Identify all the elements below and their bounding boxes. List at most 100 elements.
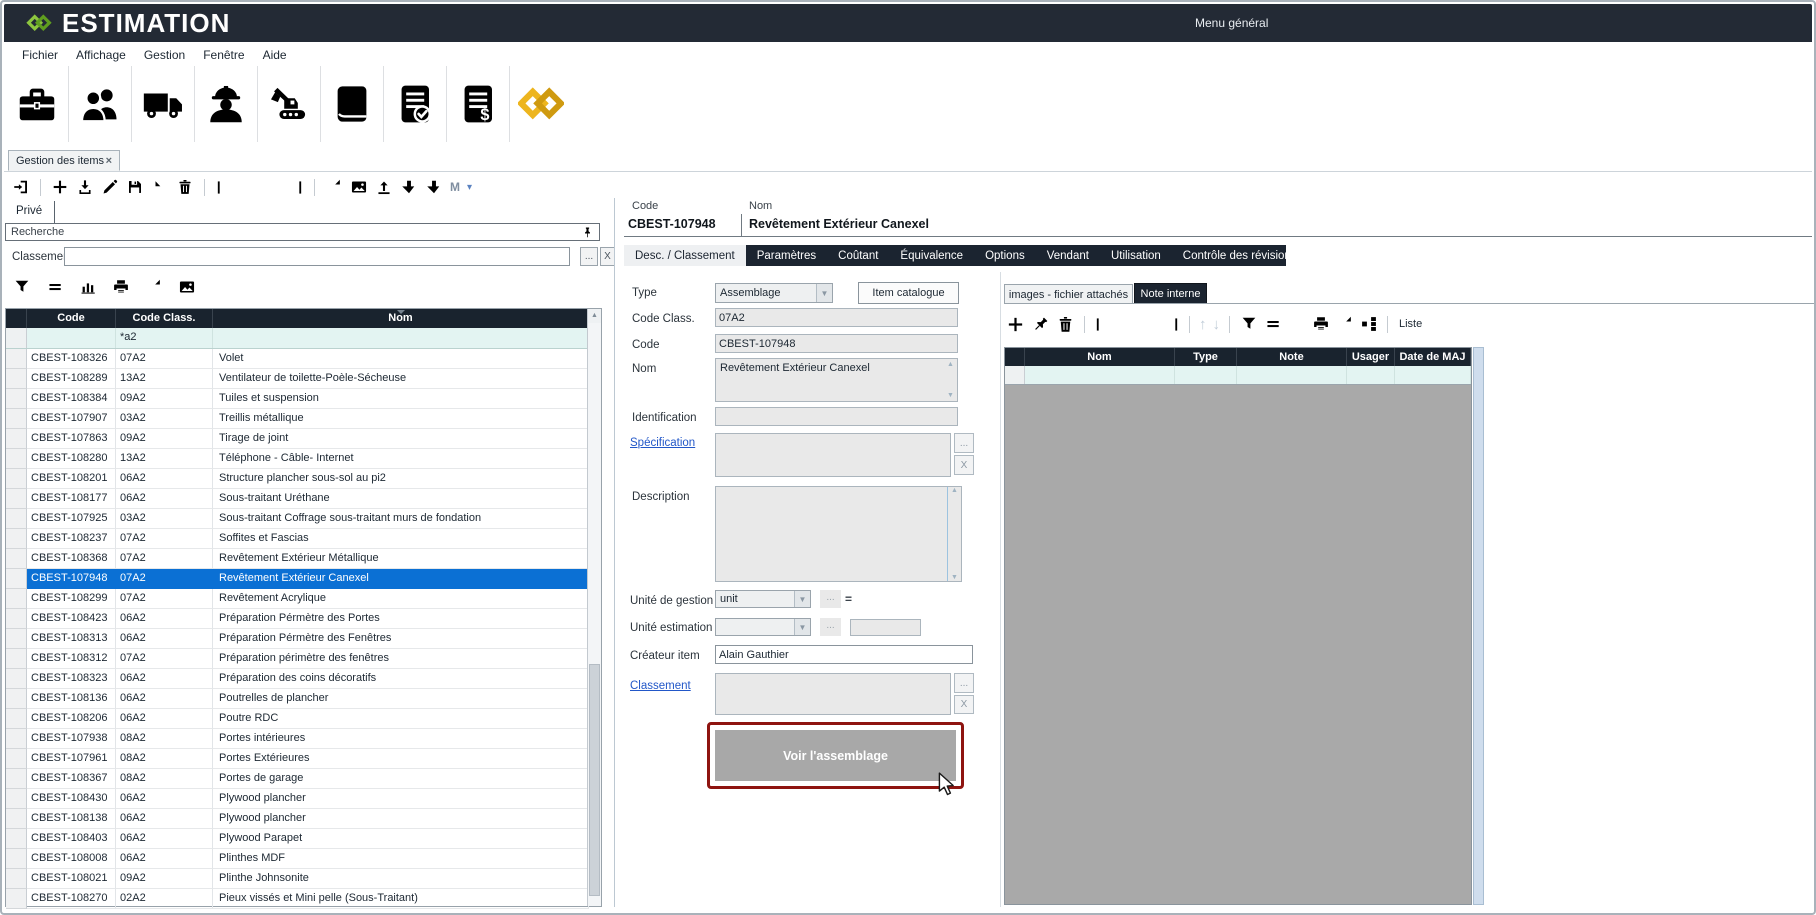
row-header-cell[interactable] (6, 569, 27, 589)
table-row[interactable]: CBEST-10831306A2Préparation Pérmètre des… (6, 629, 589, 649)
filter-icon[interactable] (12, 278, 31, 297)
import-icon[interactable] (76, 178, 94, 196)
toolbar-button-catalog-book[interactable] (321, 66, 384, 142)
toolbar-button-contacts[interactable] (69, 66, 132, 142)
filter-code-class[interactable]: *a2 (116, 328, 213, 348)
column-header-note[interactable]: Note (1237, 348, 1347, 366)
toolbar-button-toolbox[interactable] (6, 66, 69, 142)
row-header-cell[interactable] (6, 589, 27, 609)
column-header-date-de-maj[interactable]: Date de MAJ (1395, 348, 1471, 366)
print-icon[interactable] (1312, 315, 1330, 333)
table-row[interactable]: CBEST-10831207A2Préparation périmètre de… (6, 649, 589, 669)
identification-input[interactable] (715, 407, 958, 426)
exit-icon[interactable] (12, 178, 30, 196)
table-row[interactable]: CBEST-10838409A2Tuiles et suspension (6, 389, 589, 409)
row-header-cell[interactable] (6, 629, 27, 649)
table-row[interactable]: CBEST-10796108A2Portes Extérieures (6, 749, 589, 769)
search-input[interactable]: Recherche (5, 223, 600, 241)
row-header-cell[interactable] (6, 809, 27, 829)
classement-clear-button[interactable]: X (600, 247, 615, 266)
table-row[interactable]: CBEST-10836807A2Revêtement Extérieur Mét… (6, 549, 589, 569)
table-row[interactable]: CBEST-10842306A2Préparation Pérmètre des… (6, 609, 589, 629)
detail-nom-field[interactable]: Revêtement Extérieur Canexel (741, 214, 1812, 237)
row-header-cell[interactable] (6, 609, 27, 629)
prive-tab-label[interactable]: Privé (16, 205, 42, 217)
detail-tab-vendant[interactable]: Vendant (1036, 245, 1100, 266)
menu-general-label[interactable]: Menu général (1195, 16, 1268, 30)
row-header-cell[interactable] (6, 449, 27, 469)
table-row[interactable]: CBEST-10792503A2Sous-traitant Coffrage s… (6, 509, 589, 529)
table-row[interactable]: CBEST-10828013A2Téléphone - Câble- Inter… (6, 449, 589, 469)
classement-clear-button[interactable]: X (954, 695, 974, 714)
row-header-cell[interactable] (6, 649, 27, 669)
detail-tab-cou-tant[interactable]: Coûtant (827, 245, 889, 266)
row-header-cell[interactable] (6, 789, 27, 809)
classement-browse-button[interactable]: ... (580, 247, 598, 266)
filter-icon[interactable] (1239, 315, 1258, 334)
table-row[interactable]: CBEST-10793808A2Portes intérieures (6, 729, 589, 749)
row-header-cell[interactable] (6, 769, 27, 789)
table-row[interactable]: CBEST-10820606A2Poutre RDC (6, 709, 589, 729)
description-textarea[interactable]: ▲▼ (715, 486, 962, 582)
filter-nom[interactable] (213, 328, 589, 348)
table-row[interactable]: CBEST-10827002A2Pieux vissés et Mini pel… (6, 889, 589, 909)
filter-usager[interactable] (1347, 366, 1395, 384)
edit-pencil-icon[interactable] (101, 178, 119, 196)
table-row[interactable]: CBEST-10813806A2Plywood plancher (6, 809, 589, 829)
tab-images-fichier-attaches[interactable]: images - fichier attachés (1004, 284, 1133, 304)
tree-view-icon[interactable] (1360, 315, 1378, 333)
row-header-cell[interactable] (6, 689, 27, 709)
items-filter-row[interactable]: *a2 (6, 328, 589, 349)
refresh-icon[interactable] (1336, 315, 1354, 333)
table-row[interactable]: CBEST-10843006A2Plywood plancher (6, 789, 589, 809)
row-header-cell[interactable] (6, 729, 27, 749)
unite-gestion-dropdown[interactable]: unit▼ (715, 590, 811, 608)
menu-item-fichier[interactable]: Fichier (14, 46, 66, 64)
table-row[interactable]: CBEST-10832306A2Préparation des coins dé… (6, 669, 589, 689)
add-icon[interactable] (51, 178, 69, 196)
toolbar-button-brand-gold[interactable] (510, 66, 572, 142)
row-header-cell[interactable] (6, 429, 27, 449)
tab-note-interne[interactable]: Note interne (1134, 283, 1207, 304)
specification-link[interactable]: Spécification (630, 437, 695, 449)
table-row[interactable]: CBEST-10786309A2Tirage de joint (6, 429, 589, 449)
first-record-icon[interactable] (215, 179, 232, 196)
filter-date-maj[interactable] (1395, 366, 1471, 384)
panel-splitter[interactable] (614, 198, 615, 907)
row-header-cell[interactable] (6, 509, 27, 529)
table-row[interactable]: CBEST-10790703A2Treillis métallique (6, 409, 589, 429)
column-header-type[interactable]: Type (1175, 348, 1237, 366)
row-header-cell[interactable] (6, 669, 27, 689)
filter-type[interactable] (1175, 366, 1237, 384)
table-row[interactable]: CBEST-10828913A2Ventilateur de toilette-… (6, 369, 589, 389)
liste-label[interactable]: Liste (1399, 318, 1422, 330)
voir-assemblage-button[interactable]: Voir l'assemblage (715, 730, 956, 781)
refresh-icon[interactable] (325, 178, 343, 196)
row-header-cell[interactable] (6, 829, 27, 849)
download-icon[interactable] (400, 178, 418, 196)
detail-code-field[interactable]: CBEST-107948 (624, 214, 742, 237)
unite-estimation-dropdown[interactable]: ▼ (715, 618, 811, 636)
print-icon[interactable] (112, 278, 130, 296)
column-header-code-class[interactable]: Code Class. (116, 309, 213, 328)
description-scrollbar[interactable]: ▲▼ (947, 487, 961, 581)
tab-gestion-des-items[interactable]: Gestion des items × (8, 150, 120, 171)
menu-item-aide[interactable]: Aide (255, 46, 295, 64)
chevron-down-icon[interactable]: ▾ (467, 182, 472, 193)
last-record-icon[interactable] (287, 179, 304, 196)
row-header-cell[interactable] (6, 529, 27, 549)
table-row[interactable]: CBEST-10823707A2Soffites et Fascias (6, 529, 589, 549)
menu-item-affichage[interactable]: Affichage (68, 46, 134, 64)
table-row[interactable]: CBEST-10817706A2Sous-traitant Uréthane (6, 489, 589, 509)
download-icon[interactable] (425, 178, 443, 196)
attach-pin-icon[interactable] (1031, 315, 1050, 334)
menu-item-fene-tre[interactable]: Fenêtre (195, 46, 252, 64)
scroll-down-icon[interactable]: ▼ (948, 574, 961, 581)
column-header-code[interactable]: Code (27, 309, 116, 328)
copy-icon[interactable] (1288, 315, 1306, 333)
table-row[interactable]: CBEST-10820106A2Structure plancher sous-… (6, 469, 589, 489)
item-catalogue-button[interactable]: Item catalogue (858, 282, 959, 304)
row-header-cell[interactable] (6, 869, 27, 889)
column-header-usager[interactable]: Usager (1347, 348, 1395, 366)
toolbar-button-worker[interactable] (195, 66, 258, 142)
